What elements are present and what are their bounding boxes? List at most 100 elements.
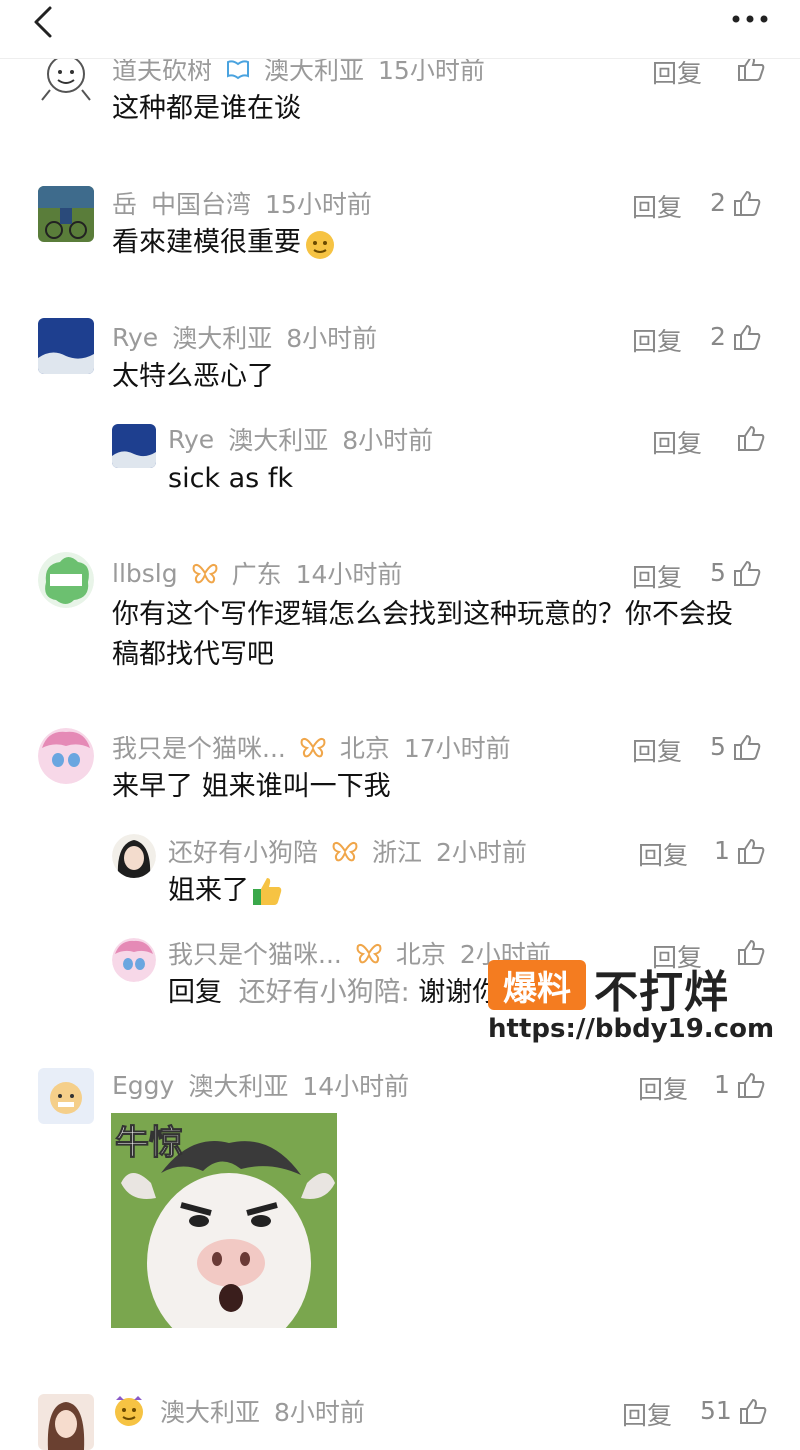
reply-button[interactable]: 回复 [622, 1396, 672, 1432]
like-button[interactable]: 51 [700, 1396, 768, 1425]
location: 浙江 [372, 838, 423, 867]
comment-text-line: 稿都找代写吧 [112, 639, 274, 670]
reply-comment-item: Rye 澳大利亚 8小时前 sick as fk 回复 [0, 418, 800, 508]
sticker-image[interactable]: 牛惊 [111, 1113, 337, 1328]
comment-meta: llbslg 广东 14小时前 [112, 556, 416, 590]
like-button[interactable] [730, 424, 766, 452]
thumbs-up-icon [738, 425, 765, 451]
like-button[interactable]: 5 [710, 558, 762, 587]
like-button[interactable]: 5 [710, 732, 762, 761]
timestamp: 15小时前 [265, 190, 372, 219]
comment-meta: 还好有小狗陪 浙江 2小时前 [168, 834, 541, 868]
comment-meta: 我只是个猫咪... 北京 17小时前 [112, 730, 525, 764]
location: 北京 [339, 734, 390, 763]
avatar[interactable] [38, 1068, 94, 1124]
username[interactable]: 我只是个猫咪... [168, 935, 342, 971]
timestamp: 2小时前 [436, 838, 527, 867]
thumbs-up-icon [733, 734, 761, 760]
top-bar [0, 0, 800, 59]
watermark-text: 不打烊 [594, 967, 729, 1018]
avatar[interactable] [112, 938, 156, 982]
emoji-icon [306, 231, 334, 259]
reply-button[interactable]: 回复 [632, 188, 682, 224]
thumbs-up-icon [733, 560, 761, 586]
more-dots-icon[interactable] [728, 4, 772, 34]
comment-text-content: 看來建模很重要 [112, 227, 301, 258]
like-button[interactable]: 1 [714, 836, 766, 865]
timestamp: 8小时前 [286, 324, 378, 353]
like-button[interactable]: 2 [710, 322, 762, 351]
timestamp: 17小时前 [403, 734, 511, 763]
reply-button[interactable]: 回复 [638, 1070, 688, 1106]
reply-button[interactable]: 回复 [652, 54, 702, 90]
watermark-badge: 爆料 [488, 960, 586, 1010]
username[interactable]: 岳 [112, 185, 137, 221]
avatar[interactable] [38, 1394, 94, 1450]
comment-text-line: 你有这个写作逻辑怎么会找到这种玩意的？你不会投 [112, 599, 733, 630]
reply-to-user[interactable]: 还好有小狗陪: [239, 977, 410, 1008]
like-count: 2 [710, 322, 726, 351]
comment-meta: 澳大利亚 8小时前 [112, 1394, 379, 1428]
like-count: 1 [714, 1070, 730, 1099]
reply-button[interactable]: 回复 [632, 558, 682, 594]
username[interactable]: 我只是个猫咪... [112, 729, 286, 765]
comment-text: 看來建模很重要 [112, 222, 337, 264]
username[interactable]: llbslg [112, 559, 178, 588]
timestamp: 8小时前 [274, 1398, 365, 1427]
location: 中国台湾 [151, 190, 252, 219]
timestamp: 14小时前 [295, 560, 403, 589]
username[interactable]: 还好有小狗陪 [168, 833, 318, 869]
username[interactable]: Rye [112, 323, 158, 352]
reply-button[interactable]: 回复 [638, 836, 688, 872]
avatar[interactable] [112, 424, 156, 468]
avatar[interactable] [38, 318, 94, 374]
watermark: 爆料 不打烊 https://bbdy19.com [486, 956, 774, 1046]
comment-text: 太特么恶心了 [112, 361, 274, 392]
butterfly-badge-icon [332, 841, 358, 862]
comment-text-content: 姐来了 [168, 875, 249, 906]
comment-text: 这种都是谁在谈 [112, 93, 301, 124]
watermark-url: https://bbdy19.com [488, 1014, 775, 1044]
location: 澳大利亚 [188, 1072, 289, 1101]
avatar[interactable] [112, 834, 156, 878]
butterfly-badge-icon [300, 737, 326, 758]
location: 澳大利亚 [172, 324, 273, 353]
like-count: 2 [710, 188, 726, 217]
thumbs-up-icon [733, 190, 761, 216]
like-count: 5 [710, 558, 726, 587]
comment-item: 岳 中国台湾 15小时前 看來建模很重要 回复 2 [0, 180, 800, 290]
comment-item: 澳大利亚 8小时前 回复 51 [0, 1390, 800, 1450]
comment-meta: Rye 澳大利亚 8小时前 [112, 320, 391, 354]
comment-item: llbslg 广东 14小时前 你有这个写作逻辑怎么会找到这种玩意的？你不会投 … [0, 552, 800, 682]
avatar[interactable] [38, 552, 94, 608]
reply-button[interactable]: 回复 [652, 424, 702, 460]
chevron-left-icon[interactable] [24, 2, 64, 42]
comment-text: 回复 还好有小狗陪: 谢谢你 [168, 972, 499, 1014]
comment-item: 我只是个猫咪... 北京 17小时前 来早了 姐来谁叫一下我 回复 5 [0, 726, 800, 816]
butterfly-badge-icon [192, 563, 218, 584]
reply-button[interactable]: 回复 [632, 732, 682, 768]
like-button[interactable]: 1 [714, 1070, 766, 1099]
comment-item: Rye 澳大利亚 8小时前 太特么恶心了 回复 2 [0, 314, 800, 414]
username[interactable]: Rye [168, 425, 214, 454]
like-button[interactable]: 2 [710, 188, 762, 217]
comment-meta: 岳 中国台湾 15小时前 [112, 186, 386, 220]
like-count: 51 [700, 1396, 732, 1425]
location: 澳大利亚 [160, 1398, 261, 1427]
location: 北京 [395, 940, 446, 969]
reply-prefix: 回复 [168, 977, 222, 1008]
like-count: 1 [714, 836, 730, 865]
book-badge-icon [227, 60, 250, 80]
timestamp: 14小时前 [302, 1072, 410, 1101]
avatar[interactable] [38, 186, 94, 242]
reply-button[interactable]: 回复 [632, 322, 682, 358]
reply-comment-item: 还好有小狗陪 浙江 2小时前 姐来了 回复 1 [0, 830, 800, 920]
comment-meta: Eggy 澳大利亚 14小时前 [112, 1068, 423, 1102]
thumbs-up-icon [739, 1398, 767, 1424]
butterfly-badge-icon [356, 943, 382, 964]
emoji-icon [115, 1396, 143, 1426]
avatar[interactable] [38, 728, 94, 784]
comment-text: 来早了 姐来谁叫一下我 [112, 771, 391, 802]
username[interactable]: Eggy [112, 1071, 174, 1100]
thumbs-up-icon [733, 324, 761, 350]
